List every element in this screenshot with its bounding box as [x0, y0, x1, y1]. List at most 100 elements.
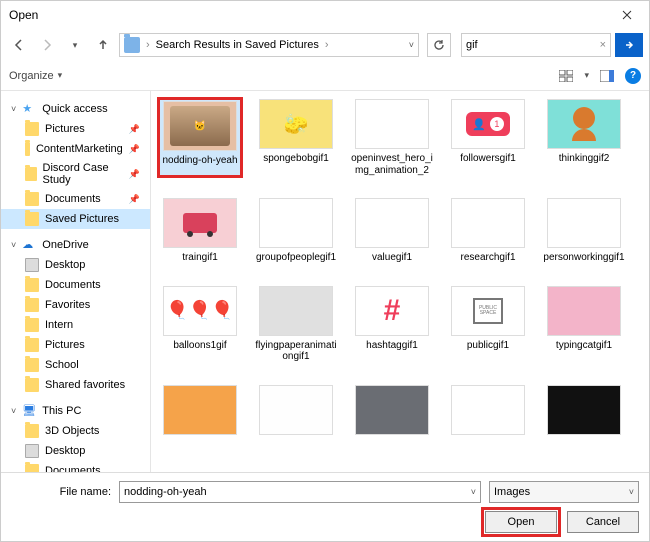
- close-button[interactable]: [609, 3, 645, 27]
- open-button[interactable]: Open: [485, 511, 557, 533]
- sidebar-item[interactable]: Pictures 📌: [1, 119, 150, 139]
- file-label: publicgif1: [467, 340, 509, 352]
- up-button[interactable]: [91, 33, 115, 57]
- file-thumbnail: [547, 198, 621, 248]
- file-thumbnail: 👤1: [451, 99, 525, 149]
- folder-icon: [25, 464, 39, 472]
- sidebar-item[interactable]: School: [1, 355, 150, 375]
- cancel-button[interactable]: Cancel: [567, 511, 639, 533]
- chevron-down-icon[interactable]: ▾: [584, 70, 589, 81]
- file-tile[interactable]: personworkinggif1: [543, 198, 625, 264]
- view-thumbnails-button[interactable]: [558, 68, 574, 84]
- sidebar-item[interactable]: Pictures: [1, 335, 150, 355]
- file-tile[interactable]: traingif1: [159, 198, 241, 264]
- sidebar-group-onedrive[interactable]: ˅☁OneDrive: [1, 235, 150, 255]
- forward-button[interactable]: [35, 33, 59, 57]
- window-title: Open: [9, 8, 38, 22]
- file-tile[interactable]: [543, 385, 625, 439]
- sidebar-item-label: 3D Objects: [45, 425, 99, 437]
- file-thumbnail: [163, 385, 237, 435]
- recent-button[interactable]: ▾: [63, 33, 87, 57]
- folder-icon: [25, 424, 39, 438]
- preview-pane-button[interactable]: [599, 68, 615, 84]
- file-tile[interactable]: 🎈🎈🎈balloons1gif: [159, 286, 241, 363]
- file-pane[interactable]: 🐱nodding-oh-yeah🧽spongebobgif1openinvest…: [151, 91, 649, 472]
- chevron-down-icon: ▾: [73, 40, 78, 51]
- file-tile[interactable]: typingcatgif1: [543, 286, 625, 363]
- file-label: flyingpaperanimationgif1: [255, 340, 337, 363]
- chevron-down-icon: ˅: [11, 104, 16, 114]
- file-thumbnail: [259, 385, 333, 435]
- file-type-select[interactable]: Images ˅: [489, 481, 639, 503]
- pin-icon: 📌: [129, 169, 140, 180]
- chevron-down-icon[interactable]: ˅: [409, 40, 414, 50]
- sidebar-item[interactable]: Discord Case Study📌: [1, 159, 150, 189]
- pin-icon: 📌: [129, 124, 140, 135]
- file-tile[interactable]: openinvest_hero_img_animation_2: [351, 99, 433, 176]
- chevron-down-icon: ˅: [11, 240, 16, 250]
- sidebar-item[interactable]: 3D Objects: [1, 421, 150, 441]
- path-segment: Search Results in Saved Pictures: [156, 39, 319, 51]
- pin-icon: 📌: [129, 144, 140, 155]
- titlebar: Open: [1, 1, 649, 29]
- folder-icon: [25, 192, 39, 206]
- sidebar-item[interactable]: Desktop: [1, 255, 150, 275]
- file-label: balloons1gif: [173, 340, 226, 352]
- file-thumbnail: [451, 198, 525, 248]
- file-label: followersgif1: [460, 153, 516, 165]
- folder-icon: [25, 358, 39, 372]
- file-tile[interactable]: 🐱nodding-oh-yeah: [159, 99, 241, 176]
- file-tile[interactable]: [351, 385, 433, 439]
- help-button[interactable]: ?: [625, 68, 641, 84]
- file-tile[interactable]: thinkinggif2: [543, 99, 625, 176]
- sidebar-item[interactable]: Desktop: [1, 441, 150, 461]
- organize-menu[interactable]: Organize: [9, 70, 54, 82]
- pc-icon: 🖥: [22, 404, 36, 418]
- sidebar-item[interactable]: Documents: [1, 275, 150, 295]
- sidebar-item-label: Documents: [45, 193, 101, 205]
- sidebar-item[interactable]: Shared favorites: [1, 375, 150, 395]
- address-bar[interactable]: › Search Results in Saved Pictures › ˅: [119, 33, 419, 57]
- sidebar-item[interactable]: Documents📌: [1, 189, 150, 209]
- search-box[interactable]: gif ×: [461, 33, 611, 57]
- sidebar-item[interactable]: Saved Pictures: [1, 209, 150, 229]
- file-name-input[interactable]: nodding-oh-yeah ˅: [119, 481, 481, 503]
- folder-icon: [25, 278, 39, 292]
- sidebar-item[interactable]: Favorites: [1, 295, 150, 315]
- sidebar-item-label: School: [45, 359, 79, 371]
- folder-icon: [25, 212, 39, 226]
- file-type-value: Images: [494, 486, 530, 498]
- file-grid: 🐱nodding-oh-yeah🧽spongebobgif1openinvest…: [159, 99, 641, 439]
- file-name-label: File name:: [11, 486, 111, 498]
- file-tile[interactable]: [255, 385, 337, 439]
- sidebar-item[interactable]: Intern: [1, 315, 150, 335]
- refresh-button[interactable]: [427, 33, 451, 57]
- sidebar-item[interactable]: Documents: [1, 461, 150, 472]
- sidebar-item[interactable]: ContentMarketing📌: [1, 139, 150, 159]
- file-tile[interactable]: PUBLICSPACEpublicgif1: [447, 286, 529, 363]
- file-tile[interactable]: [447, 385, 529, 439]
- folder-icon: [25, 122, 39, 136]
- file-tile[interactable]: valuegif1: [351, 198, 433, 264]
- file-tile[interactable]: 👤1 followersgif1: [447, 99, 529, 176]
- chevron-down-icon: ▾: [58, 70, 63, 81]
- body: ˅★Quick accessPictures📌ContentMarketing📌…: [1, 91, 649, 472]
- sidebar-group-this-pc[interactable]: ˅🖥This PC: [1, 401, 150, 421]
- search-go-button[interactable]: [615, 33, 643, 57]
- close-icon: [622, 10, 632, 20]
- file-tile[interactable]: 🧽spongebobgif1: [255, 99, 337, 176]
- file-thumbnail: [355, 99, 429, 149]
- chevron-down-icon[interactable]: ˅: [471, 487, 476, 497]
- file-tile[interactable]: researchgif1: [447, 198, 529, 264]
- file-thumbnail: [355, 198, 429, 248]
- file-tile[interactable]: flyingpaperanimationgif1: [255, 286, 337, 363]
- drive-icon: [25, 444, 39, 458]
- file-tile[interactable]: #hashtaggif1: [351, 286, 433, 363]
- back-button[interactable]: [7, 33, 31, 57]
- sidebar-group-quick-access[interactable]: ˅★Quick access: [1, 99, 150, 119]
- clear-search-icon[interactable]: ×: [600, 39, 606, 51]
- file-tile[interactable]: groupofpeoplegif1: [255, 198, 337, 264]
- file-tile[interactable]: [159, 385, 241, 439]
- file-thumbnail: 🧽: [259, 99, 333, 149]
- sidebar-item-label: Pictures: [45, 123, 85, 135]
